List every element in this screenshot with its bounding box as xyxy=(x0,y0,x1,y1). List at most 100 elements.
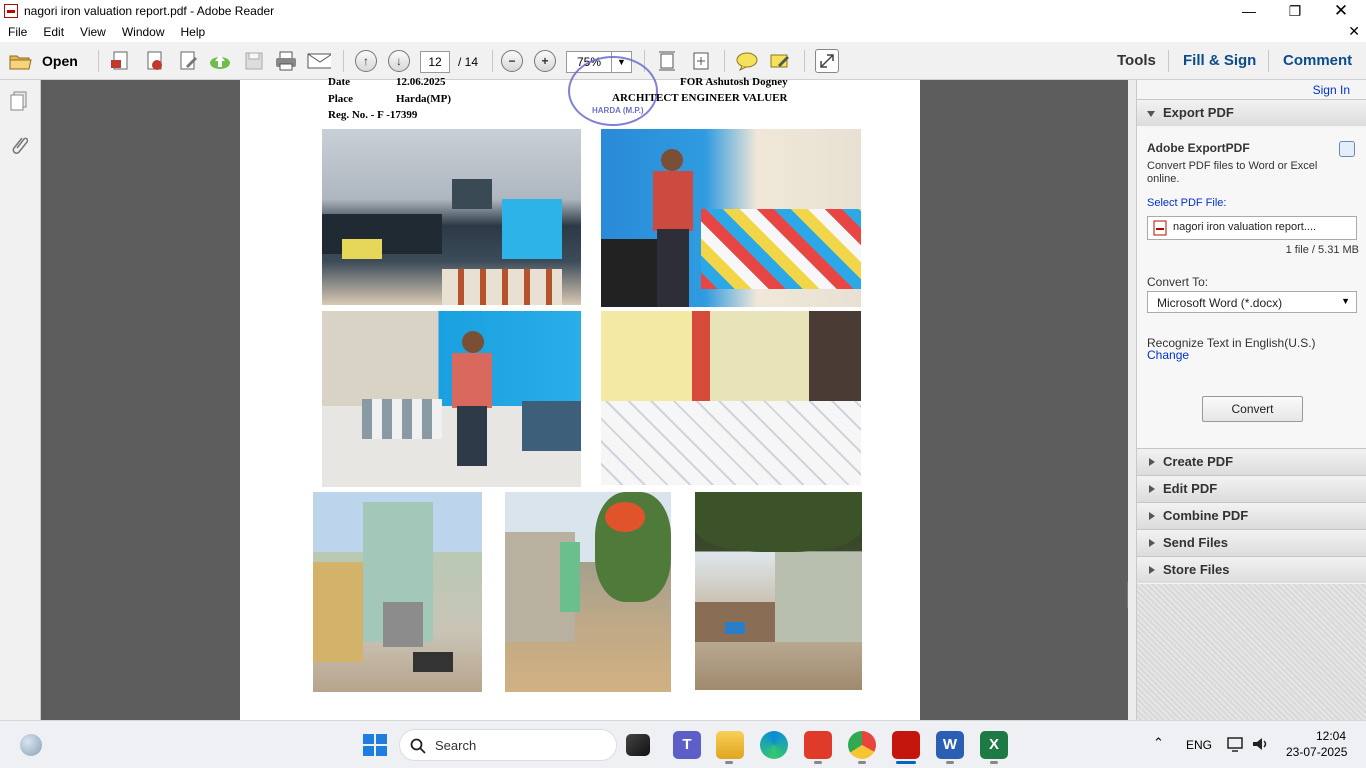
widgets-icon[interactable] xyxy=(20,734,42,756)
file-info: 1 file / 5.31 MB xyxy=(1285,244,1359,256)
format-select[interactable]: Microsoft Word (*.docx) ▼ xyxy=(1147,291,1357,313)
adobe-reader-taskbar-icon[interactable] xyxy=(892,731,920,759)
menu-help[interactable]: Help xyxy=(173,25,214,39)
full-screen-fit-icon[interactable] xyxy=(689,49,713,73)
start-icon[interactable] xyxy=(360,731,388,759)
photo-bedroom-person xyxy=(601,129,861,307)
photo-street-building-2 xyxy=(505,492,671,692)
save-icon[interactable] xyxy=(242,49,266,73)
minus-icon: − xyxy=(501,50,523,72)
date-label: Date xyxy=(328,76,350,88)
excel-icon[interactable]: X xyxy=(980,731,1008,759)
clock-time[interactable]: 12:04 xyxy=(1316,729,1346,743)
task-view-icon[interactable] xyxy=(626,734,650,756)
expand-icon[interactable] xyxy=(815,49,839,73)
date-value: 12.06.2025 xyxy=(396,76,446,88)
architect-seal: HARDA (M.P.) xyxy=(568,56,658,126)
comment-icon[interactable] xyxy=(735,49,759,73)
convert-button[interactable]: Convert xyxy=(1202,396,1303,422)
maximize-button[interactable]: ❐ xyxy=(1272,0,1318,22)
file-explorer-icon[interactable] xyxy=(716,731,744,759)
convert-to-label: Convert To: xyxy=(1147,275,1209,289)
folder-icon xyxy=(9,55,32,70)
close-document-icon[interactable]: ✕ xyxy=(1348,23,1360,40)
select-file-label: Select PDF File: xyxy=(1147,197,1227,209)
role-line: ARCHITECT ENGINEER VALUER xyxy=(612,92,788,104)
registration-number: Reg. No. - F -17399 xyxy=(328,109,418,121)
photo-kitchen xyxy=(322,129,581,305)
edge-icon[interactable] xyxy=(760,731,788,759)
zoom-in-button[interactable]: + xyxy=(533,49,557,73)
format-value: Microsoft Word (*.docx) xyxy=(1157,296,1283,310)
next-page-button[interactable]: ↓ xyxy=(387,49,411,73)
zoom-out-button[interactable]: − xyxy=(500,49,524,73)
acrobat-share-icon[interactable] xyxy=(804,731,832,759)
fit-page-icon[interactable] xyxy=(655,49,679,73)
menu-view[interactable]: View xyxy=(72,25,114,39)
network-icon[interactable] xyxy=(1226,735,1244,753)
tab-tools[interactable]: Tools xyxy=(1117,52,1156,69)
search-box[interactable]: Search xyxy=(399,729,617,761)
pdf-file-icon xyxy=(1153,220,1167,236)
panel-splitter[interactable] xyxy=(1127,80,1136,720)
menu-edit[interactable]: Edit xyxy=(35,25,72,39)
arrow-down-icon: ↓ xyxy=(388,50,410,72)
navigation-pane xyxy=(0,80,41,720)
word-icon[interactable]: W xyxy=(936,731,964,759)
section-store-files[interactable]: Store Files xyxy=(1137,556,1366,583)
pages-thumbnail-icon[interactable] xyxy=(8,90,30,115)
close-button[interactable]: ✕ xyxy=(1318,0,1364,22)
menu-window[interactable]: Window xyxy=(114,25,173,39)
section-edit-pdf[interactable]: Edit PDF xyxy=(1137,475,1366,502)
previous-page-button[interactable]: ↑ xyxy=(354,49,378,73)
tab-fill-sign[interactable]: Fill & Sign xyxy=(1183,52,1256,69)
taskbar: Search T W X ⌃ ENG 12:04 23-07-2025 xyxy=(0,720,1366,768)
open-label: Open xyxy=(42,53,78,69)
chevron-up-icon[interactable]: ⌃ xyxy=(1153,735,1164,751)
combine-files-icon[interactable] xyxy=(142,49,166,73)
chrome-icon[interactable] xyxy=(848,731,876,759)
tools-panel: Sign In Export PDF Adobe ExportPDF Conve… xyxy=(1136,80,1366,720)
page-total: / 14 xyxy=(458,55,479,69)
section-export-pdf[interactable]: Export PDF xyxy=(1137,99,1366,126)
adobe-reader-icon xyxy=(4,4,18,18)
section-combine-pdf[interactable]: Combine PDF xyxy=(1137,502,1366,529)
pdf-page: Date 12.06.2025 Place Harda(MP) Reg. No.… xyxy=(240,56,920,720)
create-pdf-icon[interactable] xyxy=(108,49,132,73)
service-name: Adobe ExportPDF xyxy=(1147,141,1250,155)
teams-icon[interactable]: T xyxy=(673,731,701,759)
seal-text: HARDA (M.P.) xyxy=(592,106,644,115)
export-info-icon[interactable] xyxy=(1339,141,1355,157)
section-send-files[interactable]: Send Files xyxy=(1137,529,1366,556)
menu-bar: File Edit View Window Help ✕ xyxy=(0,22,1366,42)
photo-living-room-person xyxy=(322,311,581,487)
toolbar: Open ↑ ↓ 12 / 14 − + 75% ▼ Tools Fill & S… xyxy=(0,42,1366,80)
language-indicator[interactable]: ENG xyxy=(1186,738,1212,752)
change-link[interactable]: Change xyxy=(1147,348,1189,362)
menu-file[interactable]: File xyxy=(0,25,35,39)
edit-pdf-icon[interactable] xyxy=(176,49,200,73)
highlight-icon[interactable] xyxy=(768,49,792,73)
export-description: Convert PDF files to Word or Excel onlin… xyxy=(1147,160,1318,185)
minimize-button[interactable]: — xyxy=(1226,0,1272,22)
tab-comment[interactable]: Comment xyxy=(1283,52,1352,69)
volume-icon[interactable] xyxy=(1251,735,1269,753)
window-title: nagori iron valuation report.pdf - Adobe… xyxy=(24,4,275,18)
export-pdf-body: Adobe ExportPDF Convert PDF files to Wor… xyxy=(1137,127,1366,448)
selected-file-field[interactable]: nagori iron valuation report.... xyxy=(1147,216,1357,240)
section-create-pdf[interactable]: Create PDF xyxy=(1137,448,1366,475)
arrow-up-icon: ↑ xyxy=(355,50,377,72)
sign-in-link[interactable]: Sign In xyxy=(1313,83,1350,97)
place-label: Place xyxy=(328,93,354,105)
open-button[interactable]: Open xyxy=(8,50,88,72)
photo-street-building-1 xyxy=(313,492,482,692)
attachments-icon[interactable] xyxy=(10,134,29,159)
clock-date[interactable]: 23-07-2025 xyxy=(1286,745,1347,759)
print-icon[interactable] xyxy=(274,49,298,73)
place-value: Harda(MP) xyxy=(396,93,451,105)
upload-cloud-icon[interactable] xyxy=(208,49,232,73)
email-icon[interactable] xyxy=(307,49,331,73)
page-number-input[interactable]: 12 xyxy=(420,51,450,73)
photo-street-building-3 xyxy=(695,492,862,690)
title-bar: nagori iron valuation report.pdf - Adobe… xyxy=(0,0,1366,22)
